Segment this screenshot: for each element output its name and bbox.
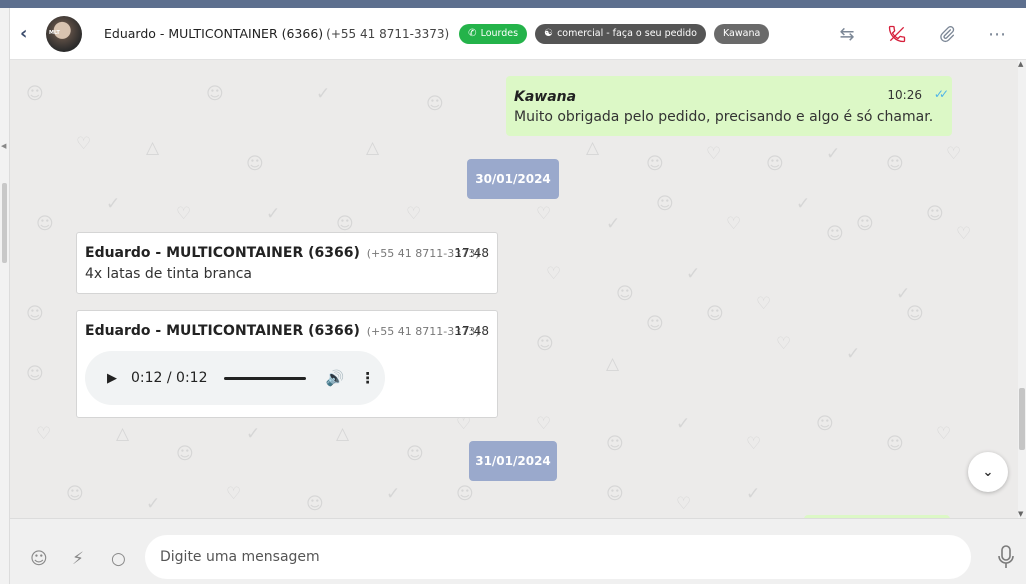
avatar[interactable]: MLT [46,15,82,52]
message-author: Eduardo - MULTICONTAINER (6366) (+55 41 … [85,323,479,339]
tag-label: comercial - faça o seu pedido [557,28,697,39]
scroll-up-icon[interactable]: ▲ [1018,60,1023,68]
message-incoming[interactable]: Eduardo - MULTICONTAINER (6366) (+55 41 … [76,232,498,294]
tag-label: Lourdes [480,28,519,39]
chat-bubble-icon[interactable]: ○ [111,549,126,569]
emoji-icon[interactable]: ☺ [30,549,48,569]
message-composer: ☺ ⚡ ○ [10,518,1026,584]
contact-name[interactable]: Eduardo - MULTICONTAINER (6366) [104,26,323,41]
chat-header: ‹ MLT Eduardo - MULTICONTAINER (6366) (+… [10,8,1026,60]
author-name: Eduardo - MULTICONTAINER (6366) [85,245,360,261]
scrollbar-thumb[interactable] [2,183,7,263]
scroll-down-icon[interactable]: ▼ [1018,510,1023,518]
message-text: 4x latas de tinta branca [85,266,253,282]
back-icon[interactable]: ‹ [20,24,38,43]
tag-agent[interactable]: ✆ Lourdes [459,23,528,44]
audio-time: 0:12 / 0:12 [131,370,208,386]
audio-player[interactable]: ▶ 0:12 / 0:12 🔊 ⋮ [85,351,385,405]
play-icon[interactable]: ▶ [107,371,117,386]
top-bar [0,0,1026,8]
scroll-to-bottom-button[interactable]: ⌄ [968,452,1008,492]
message-text: Muito obrigada pelo pedido, precisando e… [514,109,934,125]
contact-phone: (+55 41 8711-3373) [326,26,450,41]
date-separator: 31/01/2024 [469,441,557,481]
message-time: 17:48 [454,246,489,260]
chevron-down-icon: ⌄ [982,464,994,480]
audio-progress-slider[interactable] [223,376,306,380]
microphone-icon[interactable] [998,545,1014,569]
end-call-icon[interactable] [886,23,908,45]
left-scrollbar[interactable]: ◀ [0,8,10,584]
right-scrollbar[interactable]: ▲ ▼ [1018,60,1026,518]
message-author: Kawana [514,89,577,105]
message-time: 10:26 [887,88,922,102]
whatsapp-icon: ✆ [468,28,477,39]
read-ticks-icon: ✓✓ [933,87,949,101]
scrollbar-thumb[interactable] [1019,388,1025,450]
message-input[interactable] [145,535,971,579]
attach-icon[interactable] [936,23,958,45]
message-outgoing[interactable]: Kawana 10:26 ✓✓ Muito obrigada pelo pedi… [506,76,952,136]
avatar-logo: MLT [49,29,60,36]
sitemap-icon: ☯ [544,28,554,39]
header-actions: ⇆ ⋯ [836,8,1008,60]
volume-icon[interactable]: 🔊 [326,369,345,387]
date-separator: 30/01/2024 [467,159,559,199]
tag-user[interactable]: Kawana [713,23,770,44]
author-name: Eduardo - MULTICONTAINER (6366) [85,323,360,339]
audio-more-icon[interactable]: ⋮ [360,369,375,387]
transfer-icon[interactable]: ⇆ [836,23,858,45]
scroll-arrow-icon: ◀ [1,142,7,150]
more-icon[interactable]: ⋯ [986,23,1008,45]
message-time: 17:48 [454,324,489,338]
tag-label: Kawana [722,28,761,39]
chat-area: ☺ ♡ △ ☺ ☺ ✓ △ ☺ ☺ ✓ ♡ ✓ ☺ ♡ △ ☺ ♡ ☺ ✓ ☺ ♡ ♡ ✓ ☺ ♡ ✓ ☺ ☺ ♡ ☺ ✓ ♡ ☺ ✓ ♡ ☺… [10,60,1018,518]
message-author: Eduardo - MULTICONTAINER (6366) (+55 41 … [85,245,479,261]
tag-queue[interactable]: ☯ comercial - faça o seu pedido [535,23,706,44]
quick-reply-icon[interactable]: ⚡ [72,549,84,569]
message-incoming-audio[interactable]: Eduardo - MULTICONTAINER (6366) (+55 41 … [76,310,498,418]
